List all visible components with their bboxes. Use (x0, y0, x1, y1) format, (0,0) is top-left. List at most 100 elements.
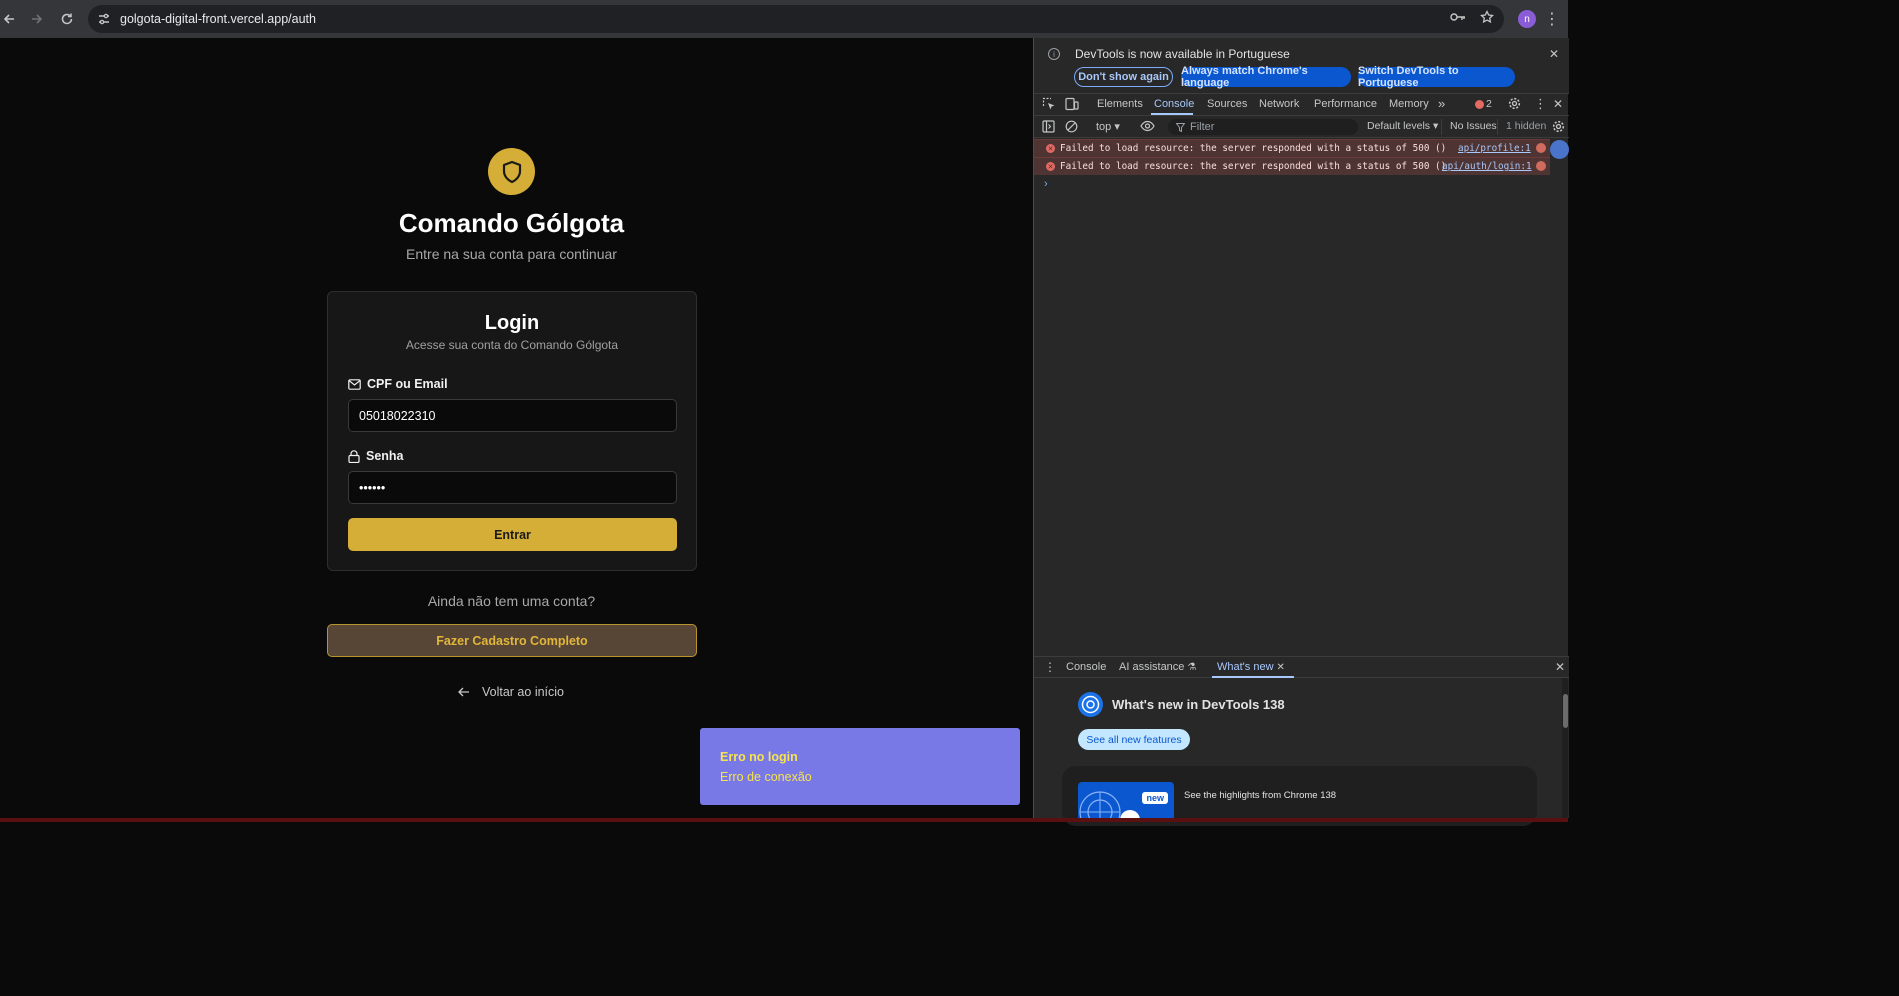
error-toast: Erro no login Erro de conexão (700, 728, 1020, 805)
bookmark-star-icon[interactable] (1480, 9, 1494, 29)
inspect-element-icon[interactable] (1042, 97, 1056, 114)
scrollbar-thumb[interactable] (1563, 694, 1568, 728)
sidebar-toggle-icon[interactable] (1042, 120, 1055, 136)
shield-logo (488, 148, 535, 195)
console-prompt-chevron-icon[interactable]: › (1044, 178, 1048, 190)
mail-icon (348, 378, 361, 390)
brand-title: Comando Gólgota (398, 208, 625, 238)
filter-funnel-icon (1176, 122, 1185, 132)
log-levels-dropdown[interactable]: Default levels ▾ (1367, 120, 1438, 132)
devtools-panel: i DevTools is now available in Portugues… (1033, 38, 1569, 826)
issues-status[interactable]: No Issues (1450, 120, 1497, 132)
info-icon: i (1048, 48, 1060, 60)
highlights-card[interactable]: new See the highlights from Chrome 138 (1062, 766, 1537, 826)
console-source-link[interactable]: api/auth/login:1 (1442, 161, 1532, 172)
back-home-label: Voltar ao início (482, 685, 564, 699)
highlights-text: See the highlights from Chrome 138 (1184, 790, 1337, 801)
arrow-left-icon (458, 687, 469, 697)
cpf-label: CPF ou Email (348, 377, 448, 391)
console-settings-icon[interactable] (1552, 120, 1565, 136)
error-x-icon: ✕ (1046, 162, 1055, 171)
drawer-tabs: ⋮ Console AI assistance ⚗ What's new ✕ ✕ (1034, 656, 1569, 678)
ai-explain-icon[interactable] (1536, 143, 1546, 153)
error-x-icon: ✕ (1046, 144, 1055, 153)
url-text: golgota-digital-front.vercel.app/auth (120, 12, 316, 26)
language-infobar: i DevTools is now available in Portugues… (1034, 38, 1569, 94)
shield-icon (502, 160, 521, 183)
drawer-tab-ai-label: AI assistance (1119, 661, 1185, 673)
drawer-scrollbar[interactable] (1562, 678, 1568, 818)
cpf-label-text: CPF ou Email (367, 377, 448, 391)
whats-new-panel: What's new in DevTools 138 See all new f… (1034, 678, 1569, 826)
reload-icon[interactable] (52, 4, 82, 34)
highlights-thumbnail: new (1078, 782, 1174, 822)
devtools-close-icon[interactable]: ✕ (1553, 97, 1563, 111)
tab-memory[interactable]: Memory (1389, 98, 1429, 110)
signup-button[interactable]: Fazer Cadastro Completo (327, 624, 697, 657)
toolbar-divider (1441, 119, 1442, 135)
password-key-icon[interactable] (1450, 10, 1466, 28)
tab-sources[interactable]: Sources (1207, 98, 1247, 110)
brand-subtitle: Entre na sua conta para continuar (406, 246, 617, 262)
console-source-link[interactable]: api/profile:1 (1458, 143, 1531, 154)
switch-to-portuguese-button[interactable]: Switch DevTools to Portuguese (1358, 65, 1515, 89)
drawer-tab-console[interactable]: Console (1066, 661, 1106, 673)
clear-console-icon[interactable] (1065, 120, 1078, 136)
console-error-row: ✕ Failed to load resource: the server re… (1034, 157, 1550, 175)
settings-gear-icon[interactable] (1508, 97, 1521, 113)
ai-explain-icon[interactable] (1536, 161, 1546, 171)
always-match-language-button[interactable]: Always match Chrome's language (1181, 65, 1351, 89)
tab-elements[interactable]: Elements (1097, 98, 1143, 110)
error-counter[interactable]: 2 (1475, 98, 1492, 110)
tab-network[interactable]: Network (1259, 98, 1299, 110)
drawer-tab-ai-assistance[interactable]: AI assistance ⚗ (1119, 661, 1196, 673)
forward-arrow-icon[interactable] (22, 4, 52, 34)
profile-avatar[interactable]: n (1518, 10, 1536, 28)
bottom-edge-strip (0, 818, 1568, 822)
tab-close-icon[interactable]: ✕ (1277, 662, 1285, 673)
lock-icon (348, 449, 360, 463)
site-settings-icon[interactable] (90, 12, 118, 26)
filter-placeholder: Filter (1190, 121, 1215, 133)
address-bar[interactable]: golgota-digital-front.vercel.app/auth (88, 5, 1504, 33)
tab-console[interactable]: Console (1154, 98, 1194, 110)
login-title: Login (484, 312, 540, 334)
console-error-text: Failed to load resource: the server resp… (1060, 143, 1447, 154)
password-label-text: Senha (366, 449, 404, 463)
ai-assistant-floating-icon[interactable] (1550, 140, 1569, 159)
context-selector[interactable]: top ▾ (1096, 120, 1120, 133)
console-filter-input[interactable]: Filter (1168, 119, 1358, 135)
drawer-menu-icon[interactable]: ⋮ (1044, 660, 1056, 674)
cpf-email-input[interactable]: 05018022310 (348, 399, 677, 432)
infobar-message: DevTools is now available in Portuguese (1075, 47, 1290, 61)
see-all-features-button[interactable]: See all new features (1078, 729, 1190, 750)
console-error-row: ✕ Failed to load resource: the server re… (1034, 139, 1550, 157)
more-tabs-icon[interactable]: » (1438, 96, 1445, 111)
devtools-menu-icon[interactable]: ⋮ (1534, 96, 1547, 112)
browser-toolbar: golgota-digital-front.vercel.app/auth n … (0, 0, 1568, 38)
log-levels-value: Default levels (1367, 120, 1431, 132)
infobar-close-icon[interactable]: ✕ (1549, 47, 1559, 61)
password-input[interactable]: •••••• (348, 471, 677, 504)
live-expression-eye-icon[interactable] (1140, 120, 1155, 135)
error-badge-icon (1475, 99, 1484, 109)
login-subtitle: Acesse sua conta do Comando Gólgota (405, 338, 619, 352)
browser-menu-icon[interactable]: ⋮ (1544, 9, 1560, 29)
new-badge: new (1142, 792, 1168, 804)
device-toolbar-icon[interactable] (1065, 97, 1079, 114)
tab-performance[interactable]: Performance (1314, 98, 1377, 110)
back-arrow-icon[interactable] (0, 4, 24, 34)
error-count: 2 (1486, 98, 1492, 110)
drawer-tab-whats-new[interactable]: What's new ✕ (1217, 661, 1285, 673)
chrome-devtools-logo-icon (1078, 692, 1103, 717)
login-submit-button[interactable]: Entrar (348, 518, 677, 551)
context-value: top (1096, 121, 1112, 133)
back-home-link[interactable]: Voltar ao início (458, 685, 564, 699)
toolbar-divider-2 (1497, 119, 1498, 135)
hidden-count: 1 hidden (1506, 120, 1547, 132)
password-label: Senha (348, 449, 404, 463)
dont-show-again-button[interactable]: Don't show again (1074, 67, 1173, 87)
toast-title: Erro no login (720, 750, 798, 764)
page-viewport: Comando Gólgota Entre na sua conta para … (0, 38, 1033, 818)
drawer-close-icon[interactable]: ✕ (1555, 660, 1565, 674)
